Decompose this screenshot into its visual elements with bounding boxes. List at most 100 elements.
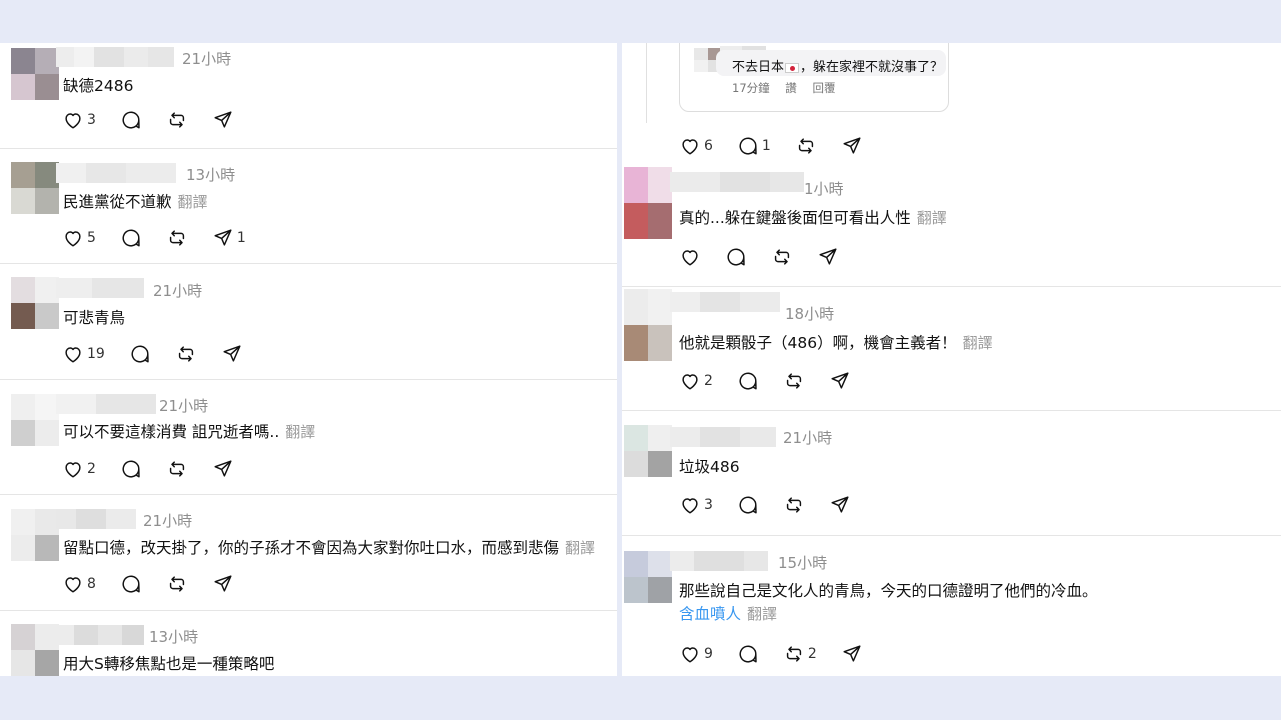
reply-button[interactable] [737,643,759,665]
reply-button[interactable]: 1 [737,135,771,157]
comment-text: 可悲青鳥 [63,309,126,327]
like-button[interactable]: 19 [62,343,105,365]
share-button[interactable] [841,135,863,157]
share-button[interactable] [212,573,234,595]
like-count: 19 [87,346,105,362]
hashtag-link[interactable]: 含血噴人 翻譯 [679,602,777,624]
reply-button[interactable] [120,573,142,595]
share-button[interactable] [212,109,234,131]
timestamp: 21小時 [783,429,833,447]
send-icon [212,227,234,249]
share-button[interactable] [829,370,851,392]
username-blurred[interactable] [56,47,174,67]
share-button[interactable]: 1 [212,227,246,249]
repost-button[interactable] [783,370,805,392]
repost-button[interactable] [166,227,188,249]
right-comments-panel: 不去日本 ，躲在家裡不就沒事了？ 17分鐘 讚 回覆 6 1 1小時 真的...躲… [622,43,1281,676]
comment-icon [737,643,759,665]
avatar[interactable] [624,425,672,477]
avatar[interactable] [11,277,59,329]
username-blurred[interactable] [56,163,176,183]
action-bar: 3 [679,493,875,517]
repost-button[interactable] [166,458,188,480]
like-count: 9 [704,646,713,662]
reply-button[interactable] [737,370,759,392]
repost-count: 2 [807,646,817,662]
like-button[interactable]: 3 [679,494,713,516]
share-button[interactable] [221,343,243,365]
reply-button[interactable] [120,458,142,480]
reply-button[interactable] [129,343,151,365]
repost-button[interactable]: 2 [783,643,817,665]
heart-icon [679,135,701,157]
like-button[interactable]: 2 [62,458,96,480]
timestamp: 21小時 [143,512,193,530]
comment-text: 他就是顆骰子（486）啊，機會主義者！ 翻譯 [679,334,993,352]
repost-button[interactable] [166,109,188,131]
username-blurred[interactable] [670,292,780,312]
send-icon [841,135,863,157]
username-blurred[interactable] [670,551,768,571]
action-bar [679,245,863,269]
send-icon [841,643,863,665]
like-count: 6 [704,138,713,154]
translate-link[interactable]: 翻譯 [747,605,777,623]
translate-link[interactable]: 翻譯 [963,334,993,352]
reply-button[interactable] [725,246,747,268]
like-button[interactable]: 5 [62,227,96,249]
quoted-reply-card[interactable]: 不去日本 ，躲在家裡不就沒事了？ 17分鐘 讚 回覆 [679,43,949,112]
username-blurred[interactable] [56,625,144,645]
avatar[interactable] [11,394,59,446]
timestamp: 21小時 [153,282,203,300]
username-blurred[interactable] [56,394,156,414]
translate-link[interactable]: 翻譯 [178,193,208,211]
translate-link[interactable]: 翻譯 [917,209,947,227]
share-button[interactable] [841,643,863,665]
translate-link[interactable]: 翻譯 [565,539,595,557]
like-button[interactable]: 8 [62,573,96,595]
comment-icon [737,135,759,157]
username-blurred[interactable] [670,172,804,192]
comment-icon [120,227,142,249]
reply-count: 1 [761,138,771,154]
avatar[interactable] [11,624,59,676]
username-blurred[interactable] [670,427,776,447]
avatar[interactable] [11,162,59,214]
heart-icon [62,573,84,595]
comment-icon [120,573,142,595]
repost-button[interactable] [795,135,817,157]
like-button[interactable]: 9 [679,643,713,665]
quoted-reply-link[interactable]: 回覆 [812,81,835,95]
like-button[interactable]: 3 [62,109,96,131]
send-icon [212,458,234,480]
comment-icon [129,343,151,365]
quoted-time: 17分鐘 [732,81,770,95]
repost-button[interactable] [175,343,197,365]
share-button[interactable] [212,458,234,480]
username-blurred[interactable] [56,509,136,529]
repost-button[interactable] [166,573,188,595]
quoted-like-link[interactable]: 讚 [785,81,797,95]
reply-button[interactable] [120,109,142,131]
send-icon [212,573,234,595]
reply-button[interactable] [120,227,142,249]
comment-item: 15小時 那些說自己是文化人的青鳥，今天的口德證明了他們的冷血。 含血噴人 翻譯 … [622,536,1281,676]
avatar[interactable] [624,551,672,603]
repost-button[interactable] [771,246,793,268]
avatar[interactable] [11,509,59,561]
share-button[interactable] [817,246,839,268]
avatar[interactable] [11,48,59,100]
like-button[interactable] [679,246,701,268]
translate-link[interactable]: 翻譯 [285,423,315,441]
comment-text: 可以不要這樣消費 詛咒逝者嗎.. 翻譯 [63,423,316,441]
action-bar: 3 [62,108,258,132]
avatar[interactable] [624,289,672,361]
repost-button[interactable] [783,494,805,516]
avatar[interactable] [624,167,672,239]
share-button[interactable] [829,494,851,516]
username-blurred[interactable] [56,278,144,298]
like-button[interactable]: 2 [679,370,713,392]
like-button[interactable]: 6 [679,135,713,157]
action-bar: 9 2 [679,642,887,666]
reply-button[interactable] [737,494,759,516]
